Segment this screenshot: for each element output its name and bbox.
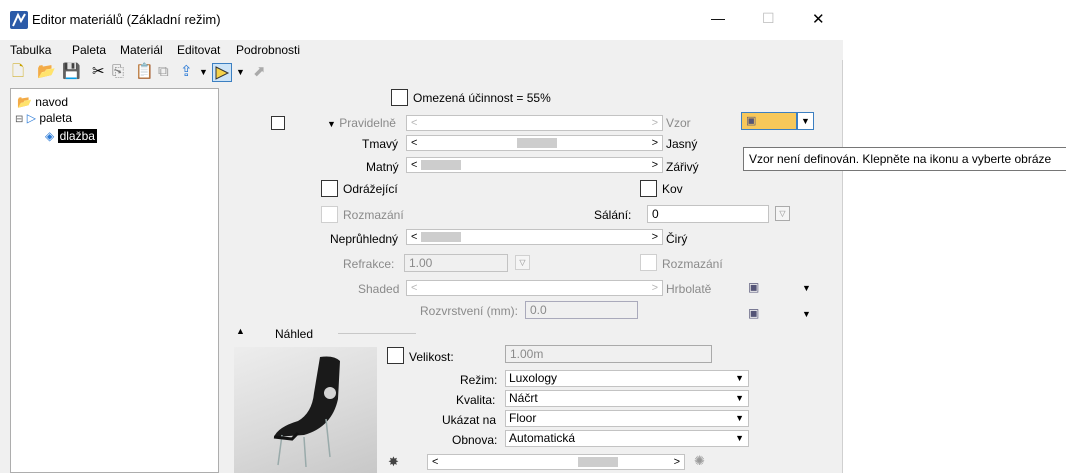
pattern-tooltip: Vzor není definován. Klepněte na ikonu a… xyxy=(743,147,1066,171)
tooltip-text: Vzor není definován. Klepněte na ikonu a… xyxy=(749,152,1052,166)
show-on-label: Ukázat na xyxy=(442,413,497,427)
maximize-button[interactable]: ☐ xyxy=(762,10,775,27)
refresh-select[interactable]: Automatická ▼ xyxy=(505,430,749,447)
select-tool-dropdown-icon[interactable]: ▼ xyxy=(236,62,245,82)
glow-dropdown-button[interactable]: ▽ xyxy=(775,206,790,221)
pattern-dropdown-button[interactable]: ▼ xyxy=(797,112,814,130)
layer-dropdown-icon[interactable]: ▼ xyxy=(802,309,811,319)
size-checkbox[interactable] xyxy=(387,347,404,364)
layering-label: Rozvrstvení (mm): xyxy=(420,304,519,318)
opaque-label: Neprůhledný xyxy=(330,232,399,246)
transparency-slider[interactable]: < > xyxy=(406,229,663,245)
assign-dropdown-icon[interactable]: ▼ xyxy=(199,62,208,82)
preview-collapse-icon[interactable]: ▲ xyxy=(236,326,245,336)
quality-label: Kvalita: xyxy=(456,393,496,407)
cut-icon[interactable]: ✂ xyxy=(92,62,105,82)
folder-icon: 📂 xyxy=(17,95,32,109)
bright-label: Jasný xyxy=(666,137,698,151)
layer-map-icon[interactable]: ▣ xyxy=(748,306,759,320)
menu-material[interactable]: Materiál xyxy=(120,43,163,57)
blur-label: Rozmazání xyxy=(343,208,404,222)
pattern-mode-dropdown[interactable]: ▼ Pravidelně xyxy=(327,116,396,130)
glow-label: Sálání: xyxy=(594,208,632,222)
menu-paleta[interactable]: Paleta xyxy=(72,43,106,57)
glossy-label: Zářivý xyxy=(666,160,699,174)
dark-label: Tmavý xyxy=(362,137,398,151)
blur2-label: Rozmazání xyxy=(662,257,723,271)
tree-label-paleta: paleta xyxy=(39,111,73,125)
bump-map-icon[interactable]: ▣ xyxy=(748,280,759,294)
select-tool-icon[interactable] xyxy=(212,63,232,82)
paste-icon[interactable]: 📋 xyxy=(135,62,154,82)
chair-render xyxy=(273,356,340,468)
open-icon[interactable]: 📂 xyxy=(37,62,56,82)
pattern-slider: < > xyxy=(406,115,663,131)
pattern-button[interactable]: ▣ xyxy=(741,112,797,130)
material-editor-window: Editor materiálů (Základní režim) — ☐ ✕ … xyxy=(0,0,1066,473)
tree-item-dlazba[interactable]: ◈ dlažba xyxy=(45,129,97,143)
pattern-checkbox[interactable] xyxy=(271,116,285,130)
window-title: Editor materiálů (Základní režim) xyxy=(32,12,221,27)
light-dark-icon[interactable]: ✸ xyxy=(388,454,399,470)
metal-checkbox[interactable] xyxy=(640,180,657,197)
glow-input[interactable]: 0 xyxy=(647,205,769,223)
efficiency-label: Omezená účinnost = 55% xyxy=(413,91,551,105)
preview-header: Náhled xyxy=(275,327,314,341)
blur-checkbox xyxy=(321,206,338,223)
lighting-slider[interactable]: < > xyxy=(427,454,685,470)
blur2-checkbox xyxy=(640,254,657,271)
refraction-dropdown-button: ▽ xyxy=(515,255,530,270)
collapse-icon[interactable]: ⊟ xyxy=(15,114,23,125)
material-icon: ◈ xyxy=(45,129,55,143)
menu-podrobnosti[interactable]: Podrobnosti xyxy=(236,43,300,57)
size-label: Velikost: xyxy=(409,350,454,364)
material-tree[interactable]: 📂 navod ⊟ ▷ paleta ◈ dlažba xyxy=(10,88,219,473)
menu-editovat[interactable]: Editovat xyxy=(177,43,220,57)
preview-image xyxy=(234,347,377,473)
palette-icon: ▷ xyxy=(26,111,36,125)
reflective-label: Odrážející xyxy=(343,182,398,196)
brightness-slider[interactable]: < > xyxy=(406,135,663,151)
reflective-checkbox[interactable] xyxy=(321,180,338,197)
quality-select[interactable]: Náčrt ▼ xyxy=(505,390,749,407)
bump-slider: < > xyxy=(406,280,663,296)
bumpy-label: Hrbolatě xyxy=(666,282,712,296)
efficiency-checkbox[interactable] xyxy=(391,89,408,106)
assign-icon[interactable]: ⇪ xyxy=(180,62,193,82)
arrow-icon[interactable]: ⬈ xyxy=(253,62,266,82)
pattern-map-icon: ▣ xyxy=(746,115,757,127)
tree-label-navod: navod xyxy=(35,95,68,109)
matte-label: Matný xyxy=(366,160,399,174)
metal-label: Kov xyxy=(662,182,683,196)
app-icon xyxy=(10,11,28,29)
shaded-label: Shaded xyxy=(358,282,400,296)
size-input: 1.00m xyxy=(505,345,712,363)
duplicate-icon[interactable]: ⧉ xyxy=(158,62,169,82)
tree-item-navod[interactable]: 📂 navod xyxy=(17,95,68,109)
bump-dropdown-icon[interactable]: ▼ xyxy=(802,283,811,293)
close-button[interactable]: ✕ xyxy=(812,10,825,28)
pattern-label: Vzor xyxy=(666,116,691,130)
menu-bar: Tabulka Paleta Materiál Editovat Podrobn… xyxy=(0,40,843,60)
refresh-label: Obnova: xyxy=(452,433,498,447)
light-bright-icon[interactable]: ✺ xyxy=(694,453,705,469)
clear-label: Čirý xyxy=(666,232,688,246)
minimize-button[interactable]: — xyxy=(711,10,725,26)
refraction-label: Refrakce: xyxy=(343,257,395,271)
save-icon[interactable]: 💾 xyxy=(62,62,81,82)
mode-select[interactable]: Luxology ▼ xyxy=(505,370,749,387)
title-bar: Editor materiálů (Základní režim) — ☐ ✕ xyxy=(0,0,843,40)
menu-tabulka[interactable]: Tabulka xyxy=(10,43,51,57)
copy-icon[interactable]: ⎘ xyxy=(112,62,124,82)
tree-label-dlazba: dlažba xyxy=(57,129,97,143)
mode-label: Režim: xyxy=(460,373,498,387)
layering-input: 0.0 xyxy=(525,301,638,319)
new-icon[interactable]: 🗋 xyxy=(12,62,24,82)
refraction-input: 1.00 xyxy=(404,254,508,272)
gloss-slider[interactable]: < > xyxy=(406,157,663,173)
tree-item-paleta[interactable]: ⊟ ▷ paleta xyxy=(15,111,72,125)
show-on-select[interactable]: Floor ▼ xyxy=(505,410,749,427)
preview-divider xyxy=(338,333,416,334)
